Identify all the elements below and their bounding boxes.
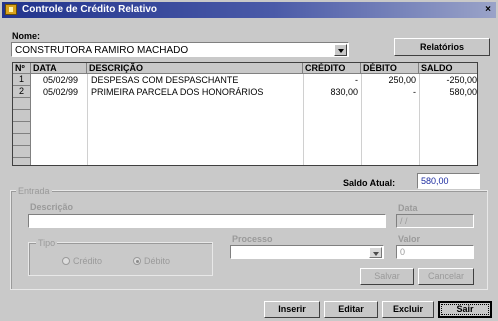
- window-title: Controle de Crédito Relativo: [22, 4, 158, 15]
- salvar-button[interactable]: Salvar: [360, 268, 414, 285]
- row-header[interactable]: [13, 98, 31, 110]
- row-header[interactable]: 2: [13, 86, 31, 98]
- inserir-button[interactable]: Inserir: [264, 301, 320, 318]
- chevron-down-icon[interactable]: [369, 247, 382, 258]
- col-header-saldo: SALDO: [419, 63, 477, 74]
- editar-button[interactable]: Editar: [324, 301, 378, 318]
- app-icon: [5, 4, 17, 15]
- chevron-down-icon[interactable]: [334, 44, 347, 56]
- close-button[interactable]: ×: [482, 4, 494, 15]
- row-header[interactable]: 1: [13, 74, 31, 86]
- tipo-label: Tipo: [36, 238, 58, 248]
- credit-control-window: Controle de Crédito Relativo × Nome: CON…: [0, 0, 498, 321]
- saldo-atual-label: Saldo Atual:: [343, 178, 396, 188]
- entrada-legend: Entrada: [16, 186, 52, 196]
- cell-debito: -: [413, 87, 416, 97]
- data-input[interactable]: / /: [396, 214, 474, 228]
- col-header-credito: CRÉDITO: [303, 63, 361, 74]
- nome-value: CONSTRUTORA RAMIRO MACHADO: [15, 45, 189, 56]
- processo-combobox[interactable]: [230, 245, 384, 259]
- row-header[interactable]: [13, 134, 31, 146]
- valor-value: 0: [400, 247, 406, 257]
- row-header[interactable]: [13, 146, 31, 158]
- excluir-button[interactable]: Excluir: [382, 301, 434, 318]
- cancelar-button[interactable]: Cancelar: [418, 268, 474, 285]
- data-label: Data: [398, 203, 418, 213]
- col-header-debito: DÉBITO: [361, 63, 419, 74]
- nome-label: Nome:: [12, 31, 41, 41]
- cell-credito: -: [355, 75, 358, 85]
- cell-data: 05/02/99: [43, 87, 79, 97]
- row-header[interactable]: [13, 158, 31, 165]
- cell-data: 05/02/99: [43, 75, 79, 85]
- cell-descricao: DESPESAS COM DESPASCHANTE: [91, 75, 239, 85]
- nome-combobox[interactable]: CONSTRUTORA RAMIRO MACHADO: [11, 42, 349, 57]
- cell-credito: 830,00: [330, 87, 358, 97]
- cell-descricao: PRIMEIRA PARCELA DOS HONORÁRIOS: [91, 87, 264, 97]
- saldo-atual-value: 580,00: [421, 176, 449, 186]
- cell-debito: 250,00: [388, 75, 416, 85]
- cell-saldo: 580,00: [449, 87, 477, 97]
- credito-radio-label: Crédito: [73, 256, 103, 266]
- sair-button[interactable]: Sair: [438, 301, 492, 318]
- col-header-data: DATA: [31, 63, 87, 74]
- cell-saldo: -250,00: [446, 75, 477, 85]
- processo-label: Processo: [232, 234, 273, 244]
- transactions-table[interactable]: Nº DATA DESCRIÇÃO CRÉDITO DÉBITO SALDO 1…: [12, 62, 478, 166]
- saldo-atual-field: 580,00: [417, 173, 480, 189]
- col-header-numero: Nº: [13, 63, 31, 74]
- valor-label: Valor: [398, 234, 421, 244]
- credito-radio[interactable]: [62, 257, 70, 265]
- row-header[interactable]: [13, 122, 31, 134]
- debito-radio-label: Débito: [144, 256, 171, 266]
- data-value: / /: [400, 216, 408, 226]
- title-bar[interactable]: Controle de Crédito Relativo ×: [2, 2, 496, 18]
- relatorios-button[interactable]: Relatórios: [394, 38, 490, 56]
- descricao-label: Descrição: [30, 202, 74, 212]
- col-header-descricao: DESCRIÇÃO: [87, 63, 303, 74]
- row-header[interactable]: [13, 110, 31, 122]
- valor-input[interactable]: 0: [396, 245, 474, 259]
- debito-radio[interactable]: [133, 257, 141, 265]
- descricao-input[interactable]: [28, 214, 386, 228]
